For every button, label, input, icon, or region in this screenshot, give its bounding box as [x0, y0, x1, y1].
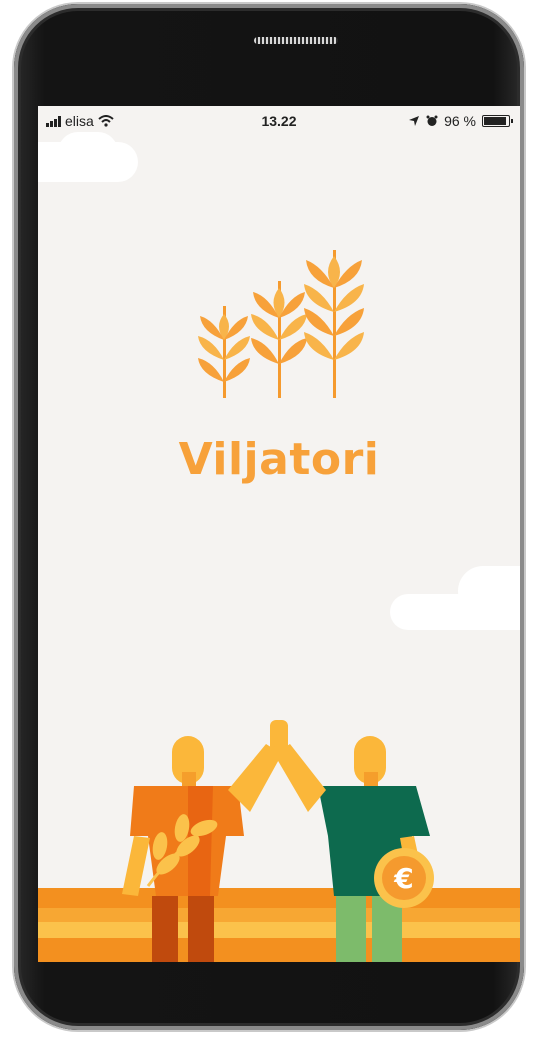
location-arrow-icon: [409, 116, 420, 126]
status-bar: elisa 13.22 96 %: [38, 106, 520, 136]
battery-percent: 96 %: [444, 113, 476, 129]
coin-symbol: €: [393, 862, 413, 895]
wheat-logo-icon: [198, 250, 364, 398]
speaker-grille: [254, 37, 338, 44]
app-title: Viljatori: [178, 434, 380, 485]
battery-icon: [482, 115, 513, 127]
farmers-illustration: €: [38, 720, 520, 962]
cloud-right-puff: [458, 566, 520, 616]
app-screen: elisa 13.22 96 % Viljatori €: [38, 106, 520, 962]
status-right: 96 %: [408, 113, 513, 129]
euro-coin-icon: €: [374, 848, 434, 908]
alarm-icon: [426, 115, 438, 126]
cloud-top-left-puff: [58, 132, 118, 172]
